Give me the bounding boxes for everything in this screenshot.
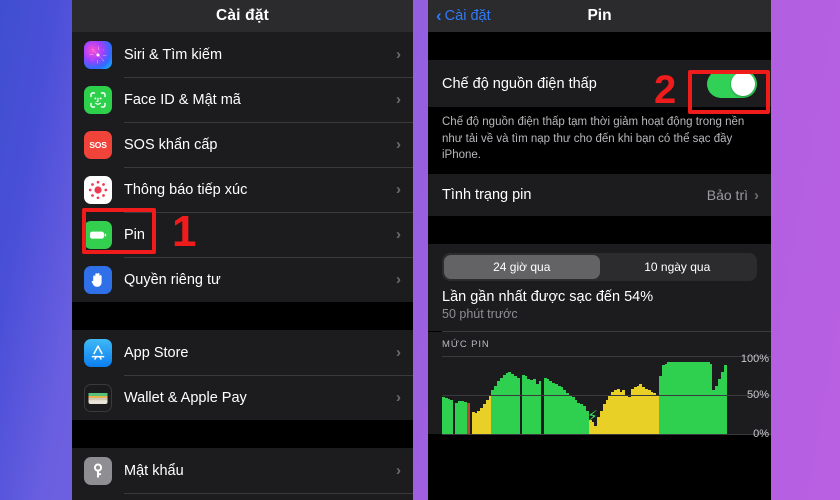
chart-bar	[516, 377, 520, 435]
chart-bar	[538, 380, 542, 435]
privacy-hand-icon	[84, 265, 112, 294]
sidebar-item-label: App Store	[124, 344, 189, 361]
sidebar-item-label: Pin	[124, 226, 145, 243]
chart-bar	[450, 399, 454, 435]
sidebar-item-label: SOS khẩn cấp	[124, 136, 218, 153]
back-button-label: Cài đặt	[444, 8, 491, 24]
last-charge-block: Lần gần nhất được sạc đến 54% 50 phút tr…	[428, 287, 771, 332]
chart-ytick-50: 50%	[746, 389, 769, 402]
chevron-right-icon: ›	[754, 186, 759, 204]
chevron-right-icon: ›	[396, 136, 401, 153]
sos-icon-text: SOS	[89, 139, 107, 150]
low-power-mode-toggle[interactable]	[707, 69, 757, 98]
settings-group-3: Mật khẩu ›	[72, 448, 413, 500]
battery-health-label: Tình trạng pin	[442, 187, 532, 204]
time-range-selector-wrap: 24 giờ qua 10 ngày qua	[428, 244, 771, 288]
tab-last-10-days[interactable]: 10 ngày qua	[600, 255, 756, 279]
battery-level-chart[interactable]: 100% 50% 0% ⚡	[442, 353, 771, 440]
chart-bar	[466, 402, 470, 435]
battery-level-chart-block: MỨC PIN 100% 50% 0% ⚡	[428, 332, 771, 440]
chart-bar	[723, 365, 727, 435]
back-button[interactable]: ‹ Cài đặt	[436, 5, 491, 25]
sidebar-item-sos[interactable]: SOS SOS khẩn cấp ›	[72, 122, 413, 167]
sidebar-item-label: Wallet & Apple Pay	[124, 389, 247, 406]
exposure-notification-icon	[84, 175, 112, 204]
settings-nav-bar: Cài đặt	[72, 0, 413, 32]
chevron-right-icon: ›	[396, 91, 401, 108]
group-divider	[72, 302, 413, 330]
sidebar-item-label: Mật khẩu	[124, 462, 184, 479]
low-power-mode-group: Chế độ nguồn điện thấp	[428, 60, 771, 107]
sidebar-item-label: Siri & Tìm kiếm	[124, 46, 223, 63]
chevron-right-icon: ›	[396, 46, 401, 63]
sidebar-item-pin[interactable]: Pin ›	[72, 212, 413, 257]
group-divider	[72, 420, 413, 448]
low-power-mode-description: Chế độ nguồn điện thấp tạm thời giảm hoạ…	[428, 107, 771, 175]
chevron-left-icon: ‹	[436, 5, 442, 25]
settings-group-2: App Store › Wallet & Apple Pay ›	[72, 330, 413, 420]
faceid-icon	[84, 85, 112, 114]
sidebar-item-privacy[interactable]: Quyền riêng tư ›	[72, 257, 413, 302]
settings-group-1: Siri & Tìm kiếm › Face ID & Mật mã › SOS…	[72, 32, 413, 302]
sidebar-item-passwords[interactable]: Mật khẩu ›	[72, 448, 413, 493]
chevron-right-icon: ›	[396, 344, 401, 361]
sidebar-item-placeholder[interactable]	[72, 493, 413, 500]
chevron-right-icon: ›	[396, 226, 401, 243]
chevron-right-icon: ›	[396, 462, 401, 479]
sidebar-item-app-store[interactable]: App Store ›	[72, 330, 413, 375]
sidebar-item-label: Quyền riêng tư	[124, 271, 221, 288]
chart-title: MỨC PIN	[442, 339, 490, 351]
chevron-right-icon: ›	[396, 181, 401, 198]
section-divider	[428, 216, 771, 245]
battery-health-row[interactable]: Tình trạng pin Bảo trì ›	[428, 174, 771, 217]
settings-list-panel: Cài đặt Siri & Tìm kiếm › Face ID & Mật …	[72, 0, 413, 500]
tab-last-24-hours[interactable]: 24 giờ qua	[444, 255, 600, 280]
charging-bolt-icon: ⚡	[587, 408, 598, 426]
screenshot-root: Cài đặt Siri & Tìm kiếm › Face ID & Mật …	[0, 0, 840, 500]
sos-icon: SOS	[84, 130, 112, 159]
nav-spacer	[428, 32, 771, 60]
siri-icon	[84, 40, 112, 69]
page-title: Cài đặt	[215, 7, 270, 24]
chevron-right-icon: ›	[396, 271, 401, 288]
battery-icon	[84, 220, 112, 249]
chart-ytick-100: 100%	[740, 353, 769, 366]
sidebar-item-siri[interactable]: Siri & Tìm kiếm ›	[72, 32, 413, 77]
last-charge-subtitle: 50 phút trước	[442, 307, 518, 322]
sidebar-item-label: Thông báo tiếp xúc	[124, 181, 248, 198]
key-icon	[84, 456, 112, 485]
sidebar-item-wallet[interactable]: Wallet & Apple Pay ›	[72, 375, 413, 420]
sidebar-item-face-id[interactable]: Face ID & Mật mã ›	[72, 77, 413, 122]
wallet-icon	[84, 383, 112, 412]
battery-health-value: Bảo trì	[706, 187, 748, 204]
sidebar-item-exposure-notification[interactable]: Thông báo tiếp xúc ›	[72, 167, 413, 212]
chart-ytick-0: 0%	[753, 428, 769, 441]
low-power-mode-row[interactable]: Chế độ nguồn điện thấp	[428, 60, 771, 107]
low-power-mode-label: Chế độ nguồn điện thấp	[442, 75, 597, 92]
app-store-icon	[84, 338, 112, 367]
toggle-knob	[731, 71, 755, 96]
battery-settings-panel: ‹ Cài đặt Pin Chế độ nguồn điện thấp Chế…	[428, 0, 771, 500]
chevron-right-icon: ›	[396, 389, 401, 406]
sidebar-item-label: Face ID & Mật mã	[124, 91, 241, 108]
time-range-segmented-control[interactable]: 24 giờ qua 10 ngày qua	[442, 253, 757, 282]
last-charge-title: Lần gần nhất được sạc đến 54%	[442, 289, 654, 306]
battery-nav-bar: ‹ Cài đặt Pin	[428, 0, 771, 32]
